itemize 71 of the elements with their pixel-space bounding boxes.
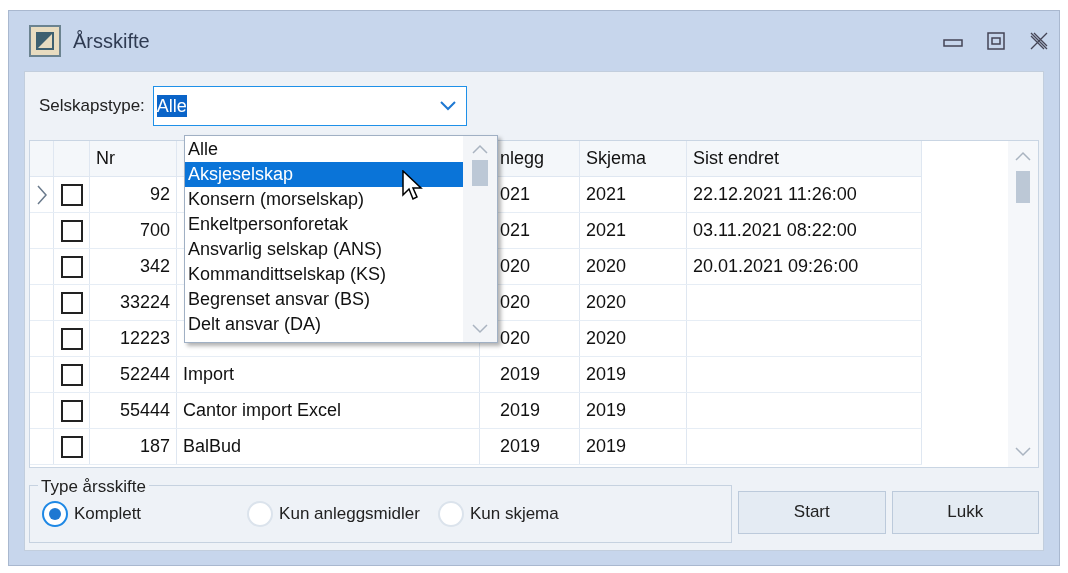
- dropdown-item[interactable]: Kommandittselskap (KS): [185, 262, 463, 287]
- field-label: Selskapstype:: [39, 95, 145, 118]
- dropdown-item[interactable]: Ansvarlig selskap (ANS): [185, 237, 463, 262]
- table-cell-text: 2019: [586, 399, 627, 422]
- column-header: Nr: [96, 147, 115, 170]
- row-checkbox[interactable]: [60, 363, 83, 386]
- table-cell-text: BalBud: [183, 435, 242, 458]
- close-icon[interactable]: [1029, 31, 1049, 51]
- table-cell-text: 92: [149, 183, 170, 206]
- row-checkbox[interactable]: [60, 255, 83, 278]
- dropdown-item[interactable]: Begrenset ansvar (BS): [185, 287, 463, 312]
- table-cell-text: 021: [500, 219, 531, 242]
- row-checkbox[interactable]: [60, 399, 83, 422]
- company-type-combobox[interactable]: Alle: [152, 86, 467, 126]
- chevron-down-icon: [439, 101, 456, 111]
- dropdown-item[interactable]: Aksjeselskap: [185, 162, 463, 187]
- table-cell-text: 021: [500, 183, 531, 206]
- table-cell-text: 2020: [586, 327, 627, 350]
- dropdown-scrollbar[interactable]: [463, 136, 497, 342]
- table-cell-text: 2020: [586, 255, 627, 278]
- scrollbar-thumb[interactable]: [472, 160, 488, 186]
- table-cell-text: 2021: [586, 183, 627, 206]
- table-cell-text: 52244: [119, 363, 170, 386]
- table-row[interactable]: 55444 Cantor import Excel 2019 2019: [30, 393, 922, 429]
- radio-button[interactable]: [42, 501, 68, 527]
- table-cell-text: 22.12.2021 11:26:00: [693, 183, 857, 206]
- column-header: Sist endret: [693, 147, 780, 170]
- dropdown-item[interactable]: Alle: [185, 137, 463, 162]
- dropdown-item[interactable]: Konsern (morselskap): [185, 187, 463, 212]
- table-row[interactable]: 52244 Import 2019 2019: [30, 357, 922, 393]
- table-cell-text: 2019: [500, 399, 541, 422]
- dropdown-item[interactable]: Enkeltpersonforetak: [185, 212, 463, 237]
- table-cell-text: 03.11.2021 08:22:00: [693, 219, 857, 242]
- table-cell-text: 33224: [119, 291, 170, 314]
- maximize-icon[interactable]: [987, 32, 1005, 50]
- table-row[interactable]: 187 BalBud 2019 2019: [30, 429, 922, 465]
- mouse-pointer-icon: [402, 170, 424, 202]
- table-cell-text: 2019: [500, 435, 541, 458]
- dialog-button[interactable]: Lukk: [891, 490, 1039, 534]
- table-cell-text: 2019: [586, 363, 627, 386]
- dialog-button[interactable]: Start: [738, 490, 886, 534]
- window-title: Årsskifte: [73, 29, 150, 54]
- table-cell-text: Import: [183, 363, 234, 386]
- table-cell-text: 2019: [586, 435, 627, 458]
- table-cell-text: 020: [500, 327, 531, 350]
- table-cell-text: 2020: [586, 291, 627, 314]
- row-checkbox[interactable]: [60, 219, 83, 242]
- table-cell-text: 020: [500, 255, 531, 278]
- row-checkbox[interactable]: [60, 435, 83, 458]
- table-cell-text: 2021: [586, 219, 627, 242]
- row-checkbox[interactable]: [60, 327, 83, 350]
- table-cell-text: 020: [500, 291, 531, 314]
- vertical-scrollbar[interactable]: [1008, 141, 1038, 467]
- table-cell-text: 700: [139, 219, 170, 242]
- table-cell-text: 12223: [119, 327, 170, 350]
- table-cell-text: 187: [139, 435, 170, 458]
- column-header: nlegg: [500, 147, 545, 170]
- column-header: Skjema: [586, 147, 647, 170]
- row-checkbox[interactable]: [60, 291, 83, 314]
- radio-label: Kun anleggsmidler: [279, 503, 420, 526]
- table-cell-text: 55444: [119, 399, 170, 422]
- table-cell-text: 342: [139, 255, 170, 278]
- table-cell-text: 20.01.2021 09:26:00: [693, 255, 859, 278]
- radio-label: Kun skjema: [469, 503, 559, 526]
- row-checkbox[interactable]: [60, 183, 83, 206]
- radio-label: Komplett: [74, 503, 142, 526]
- table-cell-text: Cantor import Excel: [183, 399, 342, 422]
- app-icon: [29, 25, 61, 57]
- dropdown-item[interactable]: Delt ansvar (DA): [185, 312, 463, 337]
- table-cell-text: 2019: [500, 363, 541, 386]
- scrollbar-thumb[interactable]: [1016, 171, 1030, 203]
